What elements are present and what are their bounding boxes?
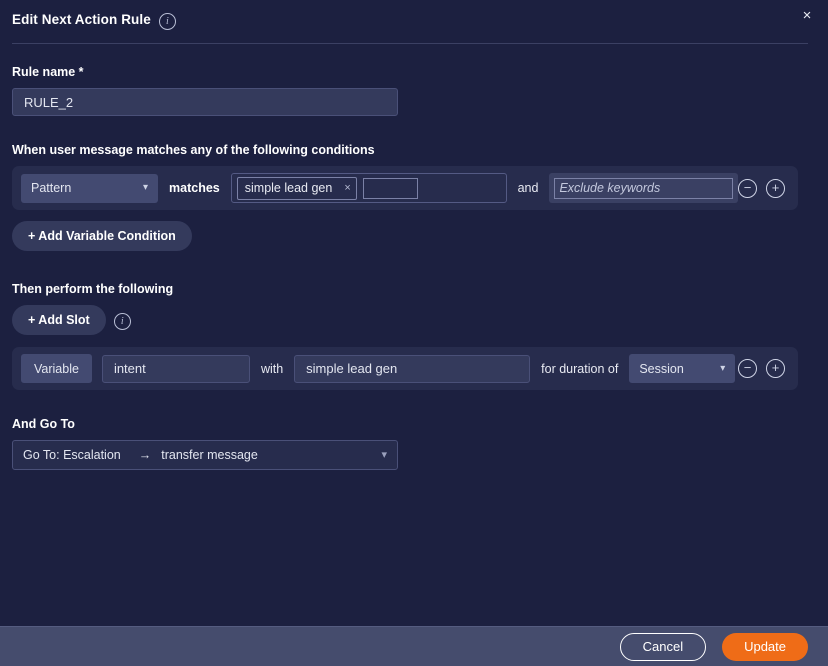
keyword-chip-input[interactable] [362,177,418,199]
goto-select[interactable]: Go To: Escalation → transfer message ▾ [12,440,398,470]
slot-row-controls: − + [738,359,789,378]
update-button[interactable]: Update [722,632,808,661]
add-slot-row: + Add Slot i [12,305,816,335]
rule-name-section: Rule name * [12,65,816,116]
exclude-keywords-field[interactable] [549,173,738,203]
goto-detail: transfer message [161,448,258,462]
actions-label: Then perform the following [12,282,174,296]
remove-condition-button[interactable]: − [738,178,757,198]
add-slot-info-icon[interactable]: i [113,312,131,330]
add-condition-button[interactable]: + [766,178,785,198]
condition-row: Pattern ▾ matches simple lead gen × and … [12,166,798,210]
matches-label: matches [169,181,220,195]
dialog-header: Edit Next Action Rule i [0,0,828,30]
with-label: with [260,361,284,376]
keyword-chip[interactable]: simple lead gen × [236,176,357,200]
rule-name-label: Rule name * [12,65,84,79]
rule-name-input[interactable] [12,88,398,116]
chevron-down-icon: ▾ [381,448,387,461]
dialog-body: Rule name * When user message matches an… [0,65,828,470]
slot-row: Variable with for duration of Session ▾ … [12,347,798,390]
title-info-icon[interactable]: i [158,13,176,30]
goto-label: And Go To [12,417,75,431]
chip-remove-icon[interactable]: × [344,182,350,194]
conditions-section: When user message matches any of the fol… [12,143,816,251]
add-slot-button[interactable]: + Add Slot [12,305,106,335]
slot-kind-tag: Variable [21,354,92,383]
plus-icon: + [771,360,780,375]
condition-row-controls: − + [738,178,789,198]
keywords-chips-field[interactable]: simple lead gen × [230,173,507,203]
slot-variable-value-input[interactable] [294,354,531,383]
chevron-down-icon: ▾ [720,362,726,374]
slot-variable-name-input[interactable] [101,354,250,383]
arrow-right-icon: → [138,448,152,462]
condition-type-value: Pattern [31,181,72,195]
and-label: and [517,181,539,195]
chevron-down-icon: ▾ [143,182,149,193]
conditions-label: When user message matches any of the fol… [12,143,375,157]
dialog-footer: Cancel Update [0,626,828,666]
add-variable-condition-button[interactable]: + Add Variable Condition [12,221,192,251]
goto-section: And Go To Go To: Escalation → transfer m… [12,417,816,470]
cancel-button[interactable]: Cancel [619,632,707,661]
exclude-keywords-input[interactable] [554,177,733,199]
close-icon[interactable]: × [796,4,818,26]
minus-icon: − [743,179,752,195]
duration-label: for duration of [541,361,619,376]
header-divider [12,43,808,44]
condition-type-select[interactable]: Pattern ▾ [21,173,159,203]
keyword-chip-label: simple lead gen [244,181,333,195]
goto-target: Go To: Escalation [23,448,121,462]
duration-select[interactable]: Session ▾ [629,354,736,383]
minus-icon: − [743,360,752,375]
add-slot-row-button[interactable]: + [766,359,785,378]
duration-value: Session [639,361,684,376]
page-title: Edit Next Action Rule [12,12,151,27]
add-variable-condition-wrap: + Add Variable Condition [12,221,816,251]
remove-slot-button[interactable]: − [738,359,757,378]
actions-section: Then perform the following + Add Slot i … [12,282,816,390]
plus-icon: + [771,179,780,195]
